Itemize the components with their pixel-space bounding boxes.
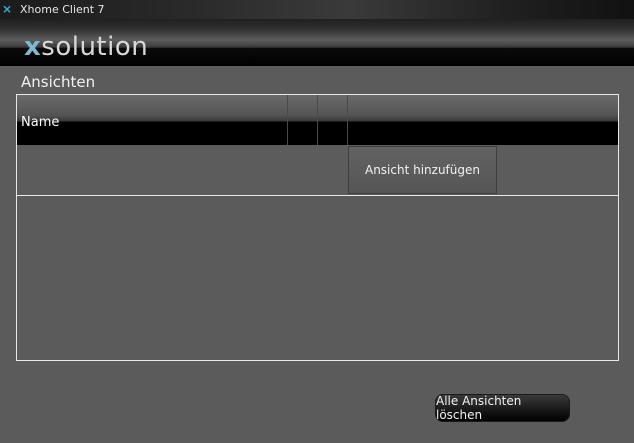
xsolution-logo: xsolution bbox=[24, 32, 148, 62]
section-title: Ansichten bbox=[21, 73, 96, 91]
app-banner: xsolution bbox=[0, 19, 634, 66]
table-row[interactable] bbox=[17, 145, 618, 196]
window-title: Xhome Client 7 bbox=[20, 3, 105, 16]
xhome-app-icon: ⨯ bbox=[2, 2, 13, 16]
logo-accent: x bbox=[24, 32, 42, 62]
column-header-name[interactable]: Name bbox=[21, 115, 59, 130]
delete-all-views-button[interactable]: Alle Ansichten löschen bbox=[435, 394, 570, 422]
window-titlebar: ⨯ Xhome Client 7 bbox=[0, 0, 634, 19]
logo-text: solution bbox=[41, 32, 149, 62]
add-view-button[interactable]: Ansicht hinzufügen bbox=[348, 146, 497, 194]
views-table: Name Ansicht hinzufügen bbox=[16, 94, 619, 361]
